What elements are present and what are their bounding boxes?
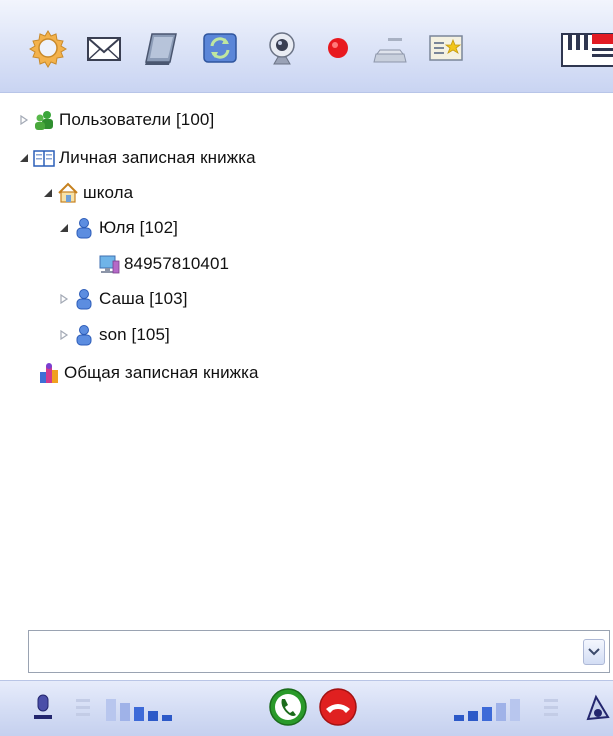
mail-icon[interactable]	[84, 28, 124, 68]
speaker-slider-icon[interactable]	[542, 695, 560, 721]
refresh-icon[interactable]	[200, 28, 240, 68]
gear-icon[interactable]	[28, 28, 68, 68]
number-input[interactable]	[29, 631, 579, 672]
flag-icon[interactable]	[560, 28, 613, 68]
hangup-button-icon[interactable]	[318, 687, 358, 727]
tree-node-label: Юля [102]	[99, 218, 178, 237]
tree-node-personal-book[interactable]: Личная записная книжка	[18, 143, 256, 173]
users-group-icon	[33, 109, 55, 131]
speaker-icon[interactable]	[582, 693, 613, 723]
expand-arrow-icon[interactable]	[58, 329, 70, 341]
webcam-icon[interactable]	[262, 28, 302, 68]
main-toolbar	[0, 0, 613, 93]
tree-node-contact-yulya[interactable]: Юля [102]	[58, 213, 178, 243]
collapse-arrow-icon[interactable]	[18, 152, 30, 164]
call-button-icon[interactable]	[268, 687, 308, 727]
expand-arrow-icon[interactable]	[58, 293, 70, 305]
microphone-icon[interactable]	[32, 693, 54, 723]
home-folder-icon	[57, 182, 79, 204]
call-control-bar	[0, 680, 613, 736]
tree-node-label: Пользователи [100]	[59, 110, 215, 129]
chevron-down-icon	[588, 648, 600, 656]
tree-node-shared-book[interactable]: Общая записная книжка	[38, 358, 259, 388]
tree-node-label: Саша [103]	[99, 289, 188, 308]
user-icon	[73, 217, 95, 239]
tree-node-contact-sasha[interactable]: Саша [103]	[58, 284, 188, 314]
contact-card-icon[interactable]	[426, 28, 466, 68]
computer-icon	[98, 253, 120, 275]
user-icon	[73, 288, 95, 310]
keyboard-icon[interactable]	[370, 28, 410, 68]
number-combobox[interactable]	[28, 630, 610, 673]
collapse-arrow-icon[interactable]	[42, 187, 54, 199]
tree-node-label: Общая записная книжка	[64, 363, 259, 382]
collapse-arrow-icon[interactable]	[58, 222, 70, 234]
tree-node-users[interactable]: Пользователи [100]	[18, 105, 214, 135]
record-icon[interactable]	[318, 28, 358, 68]
shared-book-icon	[38, 362, 60, 384]
tree-node-contact-son[interactable]: son [105]	[58, 320, 170, 350]
tree-node-phone-number[interactable]: 84957810401	[98, 249, 229, 279]
dropdown-button[interactable]	[583, 639, 605, 665]
volume-slider-icon[interactable]	[74, 695, 92, 721]
speaker-level-icon	[450, 695, 532, 723]
notebook-icon[interactable]	[142, 28, 182, 68]
address-book-icon	[33, 147, 55, 169]
tree-node-label: son [105]	[99, 325, 170, 344]
mic-level-icon	[102, 695, 184, 723]
user-icon	[73, 324, 95, 346]
tree-node-label: Личная записная книжка	[59, 148, 256, 167]
tree-node-label: 84957810401	[124, 254, 230, 273]
tree-node-school[interactable]: школа	[42, 178, 133, 208]
tree-node-label: школа	[83, 183, 134, 202]
expand-arrow-icon[interactable]	[18, 114, 30, 126]
